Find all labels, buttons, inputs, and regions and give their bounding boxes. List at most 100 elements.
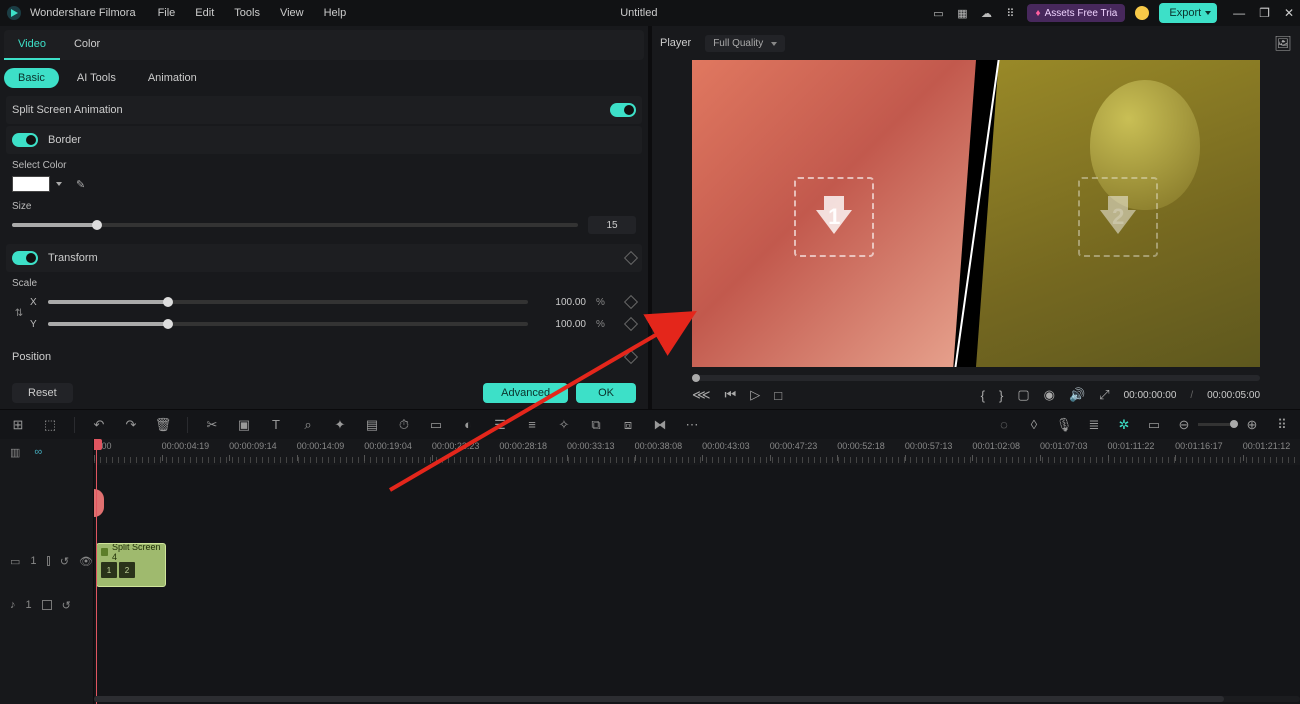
snapshot-icon[interactable]: 🖼 [1274, 35, 1292, 52]
overlay-icon[interactable]: ▤ [364, 417, 380, 433]
subtab-animation[interactable]: Animation [134, 68, 211, 88]
tab-color[interactable]: Color [60, 30, 114, 60]
layout-icon[interactable]: ▭ [931, 6, 945, 20]
lock-audio-icon[interactable] [42, 600, 52, 610]
size-value[interactable]: 15 [588, 216, 636, 234]
text2-icon[interactable]: ≡ [524, 417, 540, 433]
mark-in-icon[interactable]: { [981, 388, 985, 403]
border-toggle[interactable] [12, 133, 38, 147]
hscroll-thumb[interactable] [94, 696, 1224, 702]
cut-icon[interactable]: ✂ [204, 417, 220, 433]
menu-file[interactable]: File [158, 7, 176, 19]
dropzone-2[interactable]: 2 [1078, 177, 1158, 257]
menu-tools[interactable]: Tools [234, 7, 260, 19]
mic-icon[interactable]: 🎙 [1056, 417, 1072, 433]
prev-frame-icon[interactable]: ⋘ [692, 387, 711, 403]
scale-x-keyframe-icon[interactable] [624, 295, 638, 309]
frame-icon[interactable]: ▭ [428, 417, 444, 433]
color-dropdown-icon[interactable] [56, 182, 62, 186]
tracks-area[interactable]: Split Screen 4 1 2 [94, 465, 1300, 704]
scale-y-slider[interactable] [48, 322, 528, 326]
transform-keyframe-icon[interactable] [624, 251, 638, 265]
clip-split-screen[interactable]: Split Screen 4 1 2 [96, 543, 166, 587]
marker-icon[interactable]: ▭ [1146, 417, 1162, 433]
minimize-icon[interactable]: — [1233, 6, 1245, 20]
menu-view[interactable]: View [280, 7, 304, 19]
select-icon[interactable]: ⬚ [42, 417, 58, 433]
scale-x-value[interactable]: 100.00 [542, 297, 586, 308]
scale-y-value[interactable]: 100.00 [542, 319, 586, 330]
settings-icon[interactable]: ☰ [492, 417, 508, 433]
render-icon[interactable]: ◌ [996, 417, 1012, 433]
camera-icon[interactable]: ◉ [1044, 387, 1055, 403]
speed-icon[interactable]: ⏱ [396, 417, 412, 433]
redo-icon[interactable]: ↷ [123, 417, 139, 433]
media-icon[interactable]: ▦ [955, 6, 969, 20]
zoom-out-icon[interactable]: ⊖ [1176, 417, 1192, 433]
transform-toggle[interactable] [12, 251, 38, 265]
track-options-icon[interactable]: ⠿ [1274, 417, 1290, 433]
time-ruler[interactable]: 0:0000:00:04:1900:00:09:1400:00:14:0900:… [94, 439, 1300, 465]
mark-out-icon[interactable]: } [999, 388, 1003, 403]
text-icon[interactable]: T [268, 417, 284, 433]
timeline-body[interactable]: 0:0000:00:04:1900:00:09:1400:00:14:0900:… [94, 439, 1300, 704]
menu-help[interactable]: Help [324, 7, 347, 19]
apps-icon[interactable]: ⠿ [1003, 6, 1017, 20]
mute-video-icon[interactable]: ↺ [60, 555, 69, 568]
timeline-hscroll[interactable] [94, 696, 1300, 702]
reset-button[interactable]: Reset [12, 383, 73, 403]
stop-icon[interactable]: □ [774, 388, 782, 403]
preview-canvas[interactable]: 1 2 [692, 60, 1260, 367]
mute-audio-icon[interactable]: ↺ [62, 599, 71, 612]
fx-icon[interactable]: ✧ [556, 417, 572, 433]
effect-icon[interactable]: ✦ [332, 417, 348, 433]
lock-icon[interactable] [47, 556, 50, 566]
undo-icon[interactable]: ↶ [91, 417, 107, 433]
search-icon[interactable]: ⌕ [300, 417, 316, 433]
play-icon[interactable]: ▷ [750, 387, 760, 403]
scrub-thumb[interactable] [692, 374, 700, 382]
step-back-icon[interactable]: ⏮ [725, 387, 737, 403]
scale-y-keyframe-icon[interactable] [624, 317, 638, 331]
ok-button[interactable]: OK [576, 383, 636, 403]
dropzone-1[interactable]: 1 [794, 177, 874, 257]
scrub-bar[interactable] [692, 375, 1260, 381]
export-button[interactable]: Export [1159, 3, 1217, 23]
op2-icon[interactable]: ⧈ [620, 417, 636, 433]
visible-icon[interactable]: 👁 [79, 555, 93, 568]
size-slider[interactable] [12, 223, 578, 227]
layers-icon[interactable]: ▥ [10, 446, 20, 459]
position-keyframe-icon[interactable] [624, 350, 638, 364]
op1-icon[interactable]: ⧉ [588, 417, 604, 433]
zoom-slider[interactable] [1198, 423, 1238, 426]
link-icon[interactable]: ⧓ [652, 417, 668, 433]
account-avatar-icon[interactable] [1135, 6, 1149, 20]
maximize-icon[interactable]: ❐ [1259, 6, 1270, 20]
eyedropper-icon[interactable]: ✎ [76, 178, 85, 191]
audio-icon[interactable]: 🔊 [1069, 387, 1085, 403]
scale-x-slider[interactable] [48, 300, 528, 304]
display-icon[interactable]: ▢ [1017, 387, 1029, 403]
misc-icon[interactable]: ⋯ [684, 417, 700, 433]
zoom-in-icon[interactable]: ⊕ [1244, 417, 1260, 433]
waveform-icon[interactable]: ≣ [1086, 417, 1102, 433]
advanced-button[interactable]: Advanced [483, 383, 568, 403]
fullscreen-icon[interactable]: ⤢ [1099, 387, 1109, 403]
layout-grid-icon[interactable]: ⊞ [10, 417, 26, 433]
link-axes-icon[interactable]: ⇅ [12, 308, 26, 319]
tab-video[interactable]: Video [4, 30, 60, 60]
chroma-icon[interactable]: ◐ [460, 417, 476, 433]
snap-icon[interactable]: ✲ [1116, 417, 1132, 433]
assets-pill[interactable]: Assets Free Tria [1027, 4, 1125, 22]
split-anim-toggle[interactable] [610, 103, 636, 117]
crop-icon[interactable]: ▣ [236, 417, 252, 433]
shield-icon[interactable]: ◊ [1026, 417, 1042, 433]
subtab-basic[interactable]: Basic [4, 68, 59, 88]
color-swatch[interactable] [12, 176, 50, 192]
menu-edit[interactable]: Edit [195, 7, 214, 19]
quality-select[interactable]: Full Quality [705, 35, 785, 52]
delete-icon[interactable]: 🗑 [155, 417, 171, 433]
subtab-aitools[interactable]: AI Tools [63, 68, 130, 88]
link-track-icon[interactable]: ∞ [34, 446, 42, 458]
close-icon[interactable]: ✕ [1284, 6, 1294, 20]
